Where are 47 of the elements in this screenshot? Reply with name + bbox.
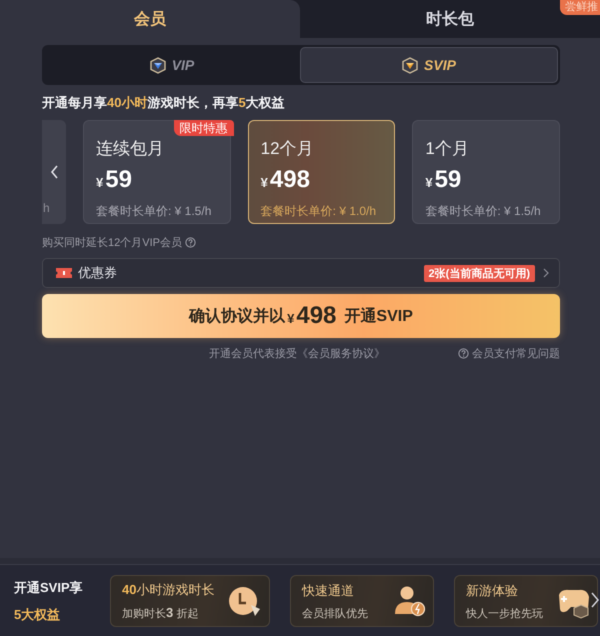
unit-price: 套餐时长单价: ¥ 1.0/h: [260, 203, 376, 220]
tab[interactable]: 会员: [0, 0, 300, 38]
benefit-card[interactable]: 40小时游戏时长 加购时长3 折起: [110, 575, 270, 627]
plan-name: 1个月: [425, 138, 469, 160]
benefit-card[interactable]: 新游体验 快人一步抢先玩: [454, 575, 598, 627]
currency-sign: ¥: [96, 175, 104, 190]
benefit-title: 40小时游戏时长: [122, 581, 216, 599]
help-icon: [458, 348, 469, 359]
plan-name: 12个月: [260, 138, 314, 160]
plan-card[interactable]: 1个月 ¥59 套餐时长单价: ¥ 1.5/h: [412, 120, 560, 224]
plan-card[interactable]: 12个月 ¥498 套餐时长单价: ¥ 1.0/h: [248, 120, 396, 224]
plan-price: 59: [434, 166, 462, 194]
headline: 开通每月享40小时游戏时长，再享5大权益: [42, 94, 286, 112]
benefit-text: 快人一步抢先玩: [466, 606, 544, 620]
renewal-note: 购买同时延长12个月VIP会员: [42, 236, 182, 250]
tab-badge: 尝鲜推: [560, 0, 600, 15]
next-button[interactable]: [590, 591, 600, 609]
ticket-icon: [55, 267, 73, 279]
promo-badge: 限时特惠: [174, 120, 234, 136]
coupon-label: 优惠券: [78, 264, 118, 282]
currency-sign: ¥: [425, 175, 433, 190]
benefit-title: 快速通道: [302, 582, 355, 600]
shield-icon: [150, 56, 166, 74]
tier-tab[interactable]: VIP: [44, 47, 300, 83]
benefit-title: 新游体验: [466, 582, 519, 600]
plan-card[interactable]: 限时特惠 连续包月 ¥59 套餐时长单价: ¥ 1.5/h: [83, 120, 231, 224]
plan-price: 59: [105, 166, 132, 194]
tier-tab[interactable]: SVIP: [300, 47, 558, 83]
faq-link[interactable]: 会员支付常见问题: [458, 346, 560, 361]
plan-name: 连续包月: [96, 138, 164, 160]
coupon-status: 2张(当前商品无可用): [424, 264, 535, 282]
coupon-row[interactable]: 优惠券 2张(当前商品无可用): [42, 258, 560, 288]
currency-sign: ¥: [260, 175, 268, 190]
confirm-button[interactable]: 确认协议并以¥498 开通SVIP: [42, 294, 560, 338]
benefits-title: 开通SVIP享: [14, 578, 84, 596]
unit-price: h: [43, 201, 50, 215]
benefit-text: 会员排队优先: [302, 606, 369, 620]
benefits-count: 5大权益: [14, 606, 62, 624]
agreement-link[interactable]: 开通会员代表接受《会员服务协议》: [209, 346, 385, 361]
chevron-right-icon: [543, 268, 549, 278]
help-icon[interactable]: [184, 237, 196, 248]
unit-price: 套餐时长单价: ¥ 1.5/h: [425, 203, 541, 220]
benefit-card[interactable]: 快速通道 会员排队优先: [290, 575, 434, 627]
unit-price: 套餐时长单价: ¥ 1.5/h: [96, 203, 212, 220]
benefit-text: 加购时长3 折起: [122, 605, 200, 621]
shield-icon: [402, 56, 418, 74]
plan-price: 498: [270, 166, 310, 194]
